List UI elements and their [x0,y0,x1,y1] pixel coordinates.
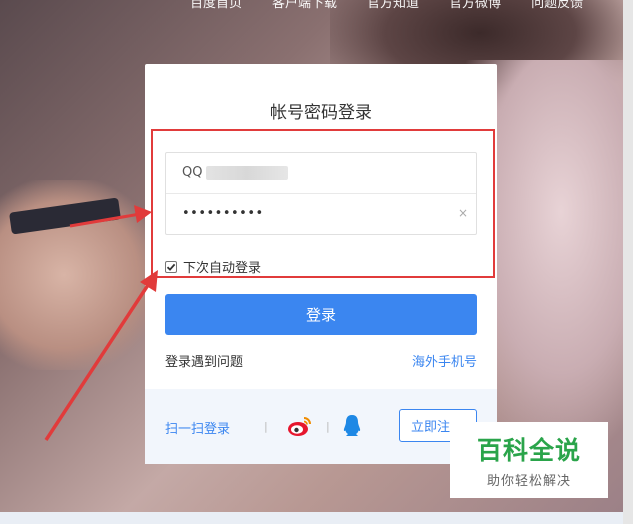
credentials-box: QQ •••••••••• × [165,152,477,235]
bottom-strip [0,512,633,524]
watermark-logo: 百科全说 助你轻松解决 [450,422,608,498]
qr-login-link[interactable]: 扫一扫登录 [165,418,230,437]
watermark-subtitle: 助你轻松解决 [486,474,571,489]
login-button[interactable]: 登录 [165,294,477,335]
watermark-title: 百科全说 [476,436,581,465]
username-prefix: QQ [182,165,203,180]
login-card: 帐号密码登录 QQ •••••••••• × 下次自动登录 登录 登录遇到问题 … [145,64,497,464]
login-problem-link[interactable]: 登录遇到问题 [165,351,243,370]
remember-me[interactable]: 下次自动登录 [165,257,261,276]
nav-item-official-weibo[interactable]: 官方微博 [449,0,501,11]
remember-label: 下次自动登录 [183,261,262,276]
password-field[interactable]: •••••••••• × [166,194,476,235]
right-border [623,0,633,524]
clear-icon[interactable]: × [458,206,468,220]
password-value: •••••••••• [182,206,264,221]
username-blurred [206,166,288,180]
separator: | [326,420,330,433]
overseas-phone-link[interactable]: 海外手机号 [412,351,477,370]
remember-checkbox[interactable] [165,260,177,273]
checkmark-icon [166,263,176,271]
weibo-icon[interactable] [287,415,313,437]
username-field[interactable]: QQ [166,153,476,194]
login-title: 帐号密码登录 [270,103,372,123]
nav-item-client-download[interactable]: 客户端下载 [272,0,337,11]
nav-item-baidu-home[interactable]: 百度首页 [190,0,242,11]
qq-icon[interactable] [342,414,362,438]
separator: | [264,420,268,433]
top-navigation: 百度首页 客户端下载 官方知道 官方微博 问题反馈 [190,0,583,11]
card-footer: 扫一扫登录 | | 立即注 [145,389,497,464]
nav-item-official-zhidao[interactable]: 官方知道 [367,0,419,11]
nav-item-feedback[interactable]: 问题反馈 [531,0,583,11]
